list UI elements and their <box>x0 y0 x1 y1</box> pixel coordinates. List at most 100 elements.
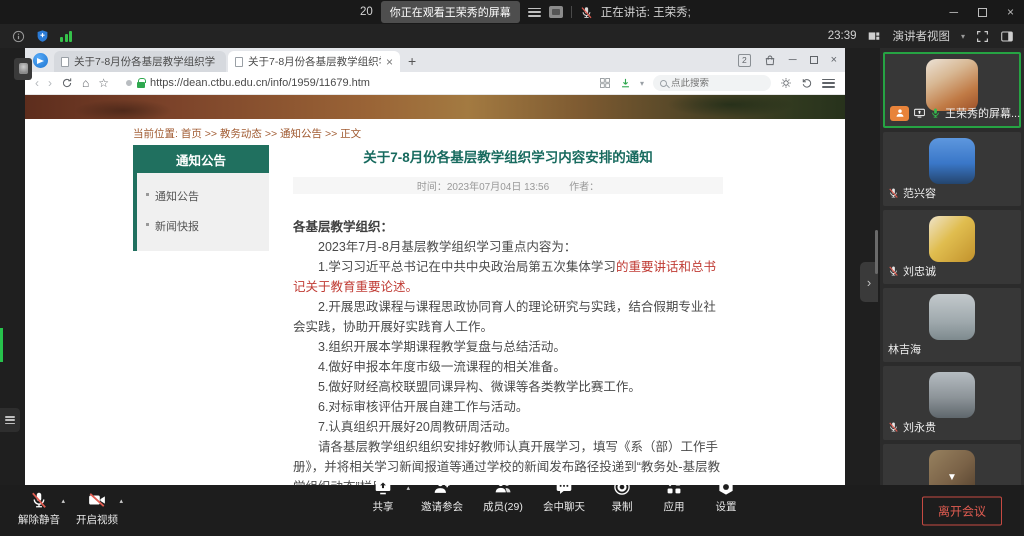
meeting-titlebar: 20 你正在观看王荣秀的屏幕 正在讲话: 王荣秀; ─ × <box>0 0 1024 24</box>
sidebar-item-notices[interactable]: 通知公告 <box>137 181 269 211</box>
leave-meeting-button[interactable]: 离开会议 <box>922 496 1002 525</box>
refresh-icon[interactable] <box>61 77 73 89</box>
participants-sidebar: 王荣秀的屏幕... 范兴容 <box>880 48 1024 485</box>
chevron-down-icon[interactable]: ▾ <box>961 32 965 41</box>
apps-grid-icon[interactable] <box>599 77 611 89</box>
chat-button[interactable]: 会中聊天 <box>536 472 592 523</box>
browser-maximize-button[interactable] <box>810 56 818 64</box>
participant-tile-liuzhongcheng[interactable]: 刘忠诚 <box>883 210 1021 284</box>
sidebar-header: 通知公告 <box>133 145 269 173</box>
invite-button[interactable]: 邀请参会 <box>414 472 470 523</box>
record-button[interactable]: 录制 <box>600 472 644 523</box>
unmute-label: 解除静音 <box>18 512 60 527</box>
page-favicon <box>235 57 243 67</box>
browser-search-input[interactable] <box>671 78 751 89</box>
url-field[interactable]: https://dean.ctbu.edu.cn/info/1959/11679… <box>118 75 590 92</box>
record-icon <box>613 478 631 496</box>
undo-history-icon[interactable] <box>801 77 813 89</box>
divider <box>571 6 572 18</box>
browser-minimize-button[interactable]: ─ <box>789 54 797 66</box>
whiteboard-icon[interactable] <box>549 6 563 18</box>
item1-text: 1.学习习近平总书记在中共中央政治局第五次集体学习 <box>318 260 616 274</box>
caret-up-icon[interactable]: ▴ <box>119 497 123 505</box>
meeting-timer: 20 <box>360 6 373 18</box>
annotation-menu-icon[interactable] <box>528 8 541 17</box>
maximize-button[interactable] <box>978 8 987 17</box>
scroll-down-icon[interactable]: ▼ <box>947 473 957 483</box>
chat-label: 会中聊天 <box>543 499 585 514</box>
tab-title: 关于7-8月份各基层教学组织学 <box>248 54 381 69</box>
floating-widget-icon[interactable] <box>14 58 32 80</box>
annotation-panel-toggle[interactable] <box>0 408 20 432</box>
chevron-down-icon[interactable]: ▾ <box>640 79 644 88</box>
caret-up-icon[interactable]: ▴ <box>406 484 410 492</box>
network-signal-icon[interactable] <box>60 31 72 42</box>
browser-menu-icon[interactable] <box>822 79 835 88</box>
back-icon[interactable]: ‹ <box>35 77 39 89</box>
muted-mic-icon <box>888 421 899 433</box>
settings-button[interactable]: 设置 <box>704 472 748 523</box>
share-screen-button[interactable]: ▴ 共享 <box>360 472 406 523</box>
shared-screen-stage: 关于7-8月份各基层教学组织学 关于7-8月份各基层教学组织学 × + 2 ─ … <box>0 48 1024 485</box>
avatar <box>929 294 975 340</box>
close-button[interactable]: × <box>1007 6 1014 18</box>
participant-tile-fanxingrong[interactable]: 范兴容 <box>883 132 1021 206</box>
participant-tile-wangrongxiu[interactable]: 王荣秀的屏幕... <box>883 52 1021 128</box>
fullscreen-icon[interactable] <box>976 30 989 43</box>
side-panel-icon[interactable] <box>1000 30 1014 43</box>
meeting-info-icon[interactable] <box>12 30 25 43</box>
invite-person-icon <box>433 478 451 496</box>
members-button[interactable]: 成员(29) <box>478 472 528 523</box>
start-video-button[interactable]: ▴ 开启视频 <box>68 485 126 536</box>
avatar <box>929 372 975 418</box>
muted-mic-icon <box>888 265 899 277</box>
presenter-badge-icon <box>890 106 909 121</box>
new-tab-button[interactable]: + <box>408 53 416 69</box>
browser-search-box[interactable] <box>653 75 771 91</box>
participant-name: 刘永贵 <box>903 419 936 435</box>
view-mode-selector[interactable]: 演讲者视图 <box>892 28 950 44</box>
intro-line: 2023年7月-8月基层教学组织学习重点内容为： <box>293 237 723 257</box>
list-item-6: 6.对标审核评估开展自建工作与活动。 <box>293 397 723 417</box>
reading-mode-icon[interactable] <box>780 77 792 89</box>
tab-close-icon[interactable]: × <box>386 55 393 69</box>
browser-tab-2[interactable]: 关于7-8月份各基层教学组织学 × <box>228 51 400 72</box>
site-info-icon[interactable] <box>126 80 132 86</box>
minimize-button[interactable]: ─ <box>949 6 958 18</box>
browser-close-button[interactable]: × <box>831 54 837 66</box>
layout-view-icon[interactable] <box>867 30 881 43</box>
download-icon[interactable] <box>620 77 631 89</box>
security-shield-icon[interactable] <box>36 29 49 43</box>
sidebar-item-news[interactable]: 新闻快报 <box>137 211 269 241</box>
muted-camera-icon <box>88 491 106 509</box>
browser-logo-icon[interactable] <box>33 53 48 68</box>
muted-mic-icon <box>580 6 593 19</box>
meeting-statusbar: 23:39 演讲者视图 ▾ <box>0 24 1024 48</box>
share-label: 共享 <box>373 499 394 514</box>
invite-label: 邀请参会 <box>421 499 463 514</box>
unmute-button[interactable]: ▴ 解除静音 <box>10 485 68 536</box>
browser-tabbar: 关于7-8月份各基层教学组织学 关于7-8月份各基层教学组织学 × + 2 ─ … <box>25 48 845 72</box>
home-icon[interactable]: ⌂ <box>82 77 89 89</box>
app-market-icon[interactable] <box>764 54 776 67</box>
list-item-5: 5.做好财经高校联盟同课异构、微课等各类教学比赛工作。 <box>293 377 723 397</box>
url-text: https://dean.ctbu.edu.cn/info/1959/11679… <box>150 77 370 89</box>
list-item-1: 1.学习习近平总书记在中共中央政治局第五次集体学习的重要讲话和总书记关于教育重要… <box>293 257 723 297</box>
site-banner-image <box>25 95 845 119</box>
extension-badge[interactable]: 2 <box>738 54 751 67</box>
breadcrumb[interactable]: 当前位置: 首页 >> 教务动态 >> 通知公告 >> 正文 <box>133 126 361 141</box>
sidebar-scrollbar[interactable] <box>875 230 878 274</box>
bookmark-star-icon[interactable]: ☆ <box>98 77 109 89</box>
mic-on-icon <box>930 107 941 119</box>
forward-icon[interactable]: › <box>48 77 52 89</box>
participant-tile-linjihai[interactable]: 林吉海 <box>883 288 1021 362</box>
caret-up-icon[interactable]: ▴ <box>61 497 65 505</box>
participant-name: 刘忠诚 <box>903 263 936 279</box>
browser-tab-1[interactable]: 关于7-8月份各基层教学组织学 <box>54 51 226 72</box>
settings-gear-icon <box>717 478 735 496</box>
participant-tile-liuyonggui[interactable]: 刘永贵 <box>883 366 1021 440</box>
apps-button[interactable]: 应用 <box>652 472 696 523</box>
list-item-2: 2.开展思政课程与课程思政协同育人的理论研究与实践，结合假期专业社会实践，协助开… <box>293 297 723 337</box>
participant-name: 王荣秀的屏幕... <box>945 105 1020 121</box>
tab-title: 关于7-8月份各基层教学组织学 <box>74 54 219 69</box>
